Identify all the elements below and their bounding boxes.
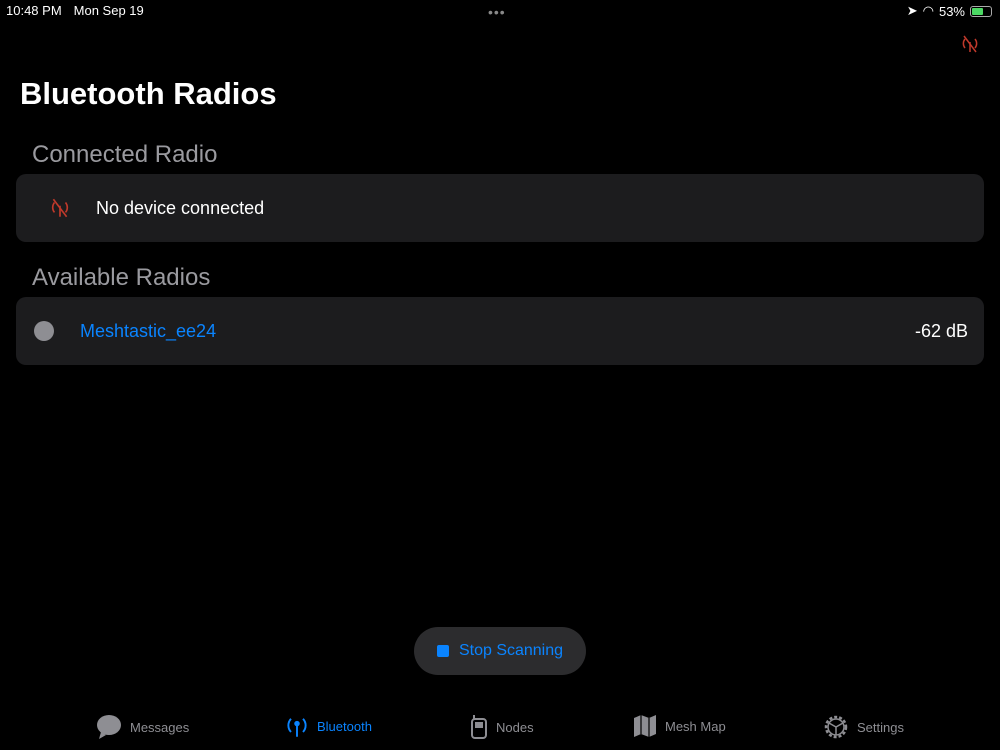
tab-label: Bluetooth: [317, 718, 372, 734]
location-icon: ➤: [906, 3, 918, 18]
tab-label: Mesh Map: [665, 718, 726, 734]
map-icon: [634, 715, 656, 737]
disconnected-antenna-icon[interactable]: [960, 34, 980, 54]
multitasking-dots[interactable]: •••: [488, 4, 506, 20]
radio-device-icon: [471, 715, 487, 739]
status-dot-icon: [34, 321, 54, 341]
tab-label: Settings: [857, 719, 904, 735]
tab-nodes[interactable]: Nodes: [470, 714, 534, 740]
page-title: Bluetooth Radios: [20, 76, 277, 111]
status-bar: 10:48 PM Mon Sep 19: [6, 3, 156, 18]
battery-icon: [970, 5, 992, 17]
device-row[interactable]: Meshtastic_ee24 -62 dB: [16, 297, 984, 365]
tab-settings[interactable]: Settings: [823, 714, 904, 740]
connected-radio-header: Connected Radio: [32, 141, 218, 168]
disconnected-antenna-icon: [51, 198, 69, 218]
tab-bluetooth[interactable]: Bluetooth: [285, 714, 372, 738]
stop-scanning-label: Stop Scanning: [458, 642, 564, 659]
tab-label: Nodes: [496, 719, 534, 735]
connected-radio-card: No device connected: [16, 174, 984, 242]
date: Mon Sep 19: [73, 3, 144, 18]
stop-icon: [436, 645, 449, 657]
device-name[interactable]: Meshtastic_ee24: [80, 321, 915, 342]
tab-label: Messages: [130, 719, 190, 735]
status-right: ➤ ◠ 53%: [907, 3, 992, 19]
time: 10:48 PM: [6, 3, 62, 18]
battery-percent: 53%: [938, 3, 965, 19]
tab-mesh-map[interactable]: Mesh Map: [633, 714, 726, 738]
device-rssi: -62 dB: [914, 320, 968, 341]
message-bubble-icon: [97, 715, 121, 739]
stop-scanning-button[interactable]: Stop Scanning: [414, 627, 586, 675]
gear-icon: [824, 715, 848, 739]
antenna-icon: [287, 718, 307, 737]
no-device-text: No device connected: [96, 197, 265, 218]
wifi-icon: ◠: [922, 3, 934, 18]
tab-messages[interactable]: Messages: [96, 714, 189, 740]
available-radios-header: Available Radios: [32, 264, 211, 291]
